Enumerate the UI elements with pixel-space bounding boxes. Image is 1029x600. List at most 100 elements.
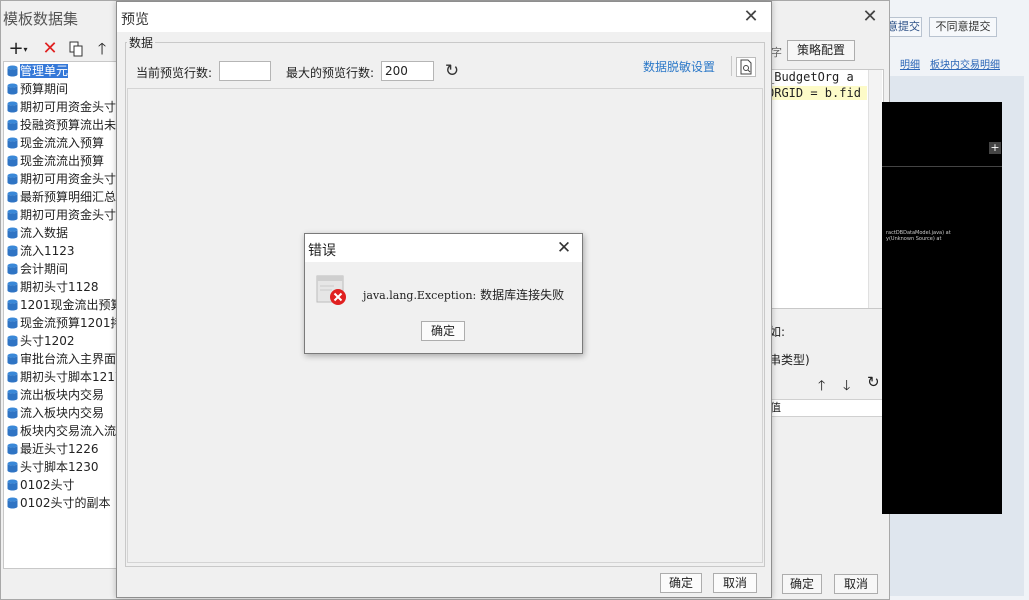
tree-item[interactable]: 板块内交易流入流 (4, 422, 116, 440)
arrow-up-icon[interactable]: 🡑 (818, 375, 825, 399)
move-up-icon[interactable]: 🡑 (93, 39, 111, 59)
database-icon (7, 334, 18, 347)
add-icon[interactable]: +▾ (7, 39, 29, 59)
ok-button[interactable]: 确定 (421, 321, 465, 341)
refresh-icon[interactable]: ↻ (443, 61, 461, 81)
close-icon[interactable]: ✕ (737, 5, 765, 29)
database-icon (7, 100, 18, 113)
tree-item[interactable]: 1201现金流出预算 (4, 296, 116, 314)
database-icon (7, 406, 18, 419)
tree-item[interactable]: 头寸1202 (4, 332, 116, 350)
intra-segment-detail-link[interactable]: 板块内交易明细 (930, 56, 1025, 71)
error-text: 数据库连接失败 (480, 288, 565, 302)
tree-item-label: 0102头寸 (20, 478, 75, 492)
refresh-icon[interactable]: ↻ (867, 373, 880, 391)
approve-submit-button[interactable]: 意提交 (886, 17, 922, 37)
tree-item-label: 头寸脚本1230 (20, 460, 99, 474)
tree-item[interactable]: 流出板块内交易 (4, 386, 116, 404)
tree-item[interactable]: 流入板块内交易 (4, 404, 116, 422)
tree-item[interactable]: 头寸脚本1230 (4, 458, 116, 476)
editor-scrollbar[interactable] (868, 70, 882, 308)
exception-text: java.lang.Exception: (363, 289, 477, 302)
max-rows-label: 最大的预览行数: (286, 66, 375, 80)
dialog-title: 错误 (308, 243, 336, 259)
strategy-config-button[interactable]: 策略配置 (787, 40, 855, 61)
window-title: 模板数据集 (3, 10, 79, 28)
current-rows-input[interactable] (219, 61, 271, 81)
delete-icon[interactable]: ✕ (41, 39, 59, 59)
error-dialog: 错误 ✕ java.lang.Exception: 数据库连接失败 确定 (304, 233, 583, 354)
close-icon[interactable]: ✕ (551, 236, 577, 260)
tree-item[interactable]: 期初头寸1128 (4, 278, 116, 296)
tree-item[interactable]: 流入1123 (4, 242, 116, 260)
tree-item[interactable]: 流入数据 (4, 224, 116, 242)
tree-item[interactable]: 最近头寸1226 (4, 440, 116, 458)
database-icon (7, 352, 18, 365)
tree-item[interactable]: 期初可用资金头寸 (4, 170, 116, 188)
tree-item[interactable]: 0102头寸 (4, 476, 116, 494)
tree-item[interactable]: 期初头寸脚本1217 (4, 368, 116, 386)
tree-item-label: 管理单元 (20, 64, 69, 78)
param-value-field[interactable]: 值 (767, 399, 883, 417)
database-icon (7, 388, 18, 401)
tree-item-label: 期初可用资金头寸 (20, 100, 117, 114)
tree-item[interactable]: 审批台流入主界面 (4, 350, 116, 368)
sql-editor[interactable]: _BudgetOrg a ORGID = b.fid (766, 69, 884, 309)
dataset-tree[interactable]: 管理单元 预算期间 期初可用资金头寸 投融资预算流出未 现金流流入预算 现金流流出预算 期初… (3, 61, 117, 569)
console-divider (882, 166, 1002, 167)
disagree-submit-button[interactable]: 不同意提交 (929, 17, 997, 37)
tree-item-label: 期初可用资金头寸 (20, 208, 117, 222)
tree-item-label: 板块内交易流入流 (20, 424, 117, 438)
database-icon (7, 190, 18, 203)
tree-item[interactable]: 最新预算明细汇总 (4, 188, 116, 206)
tree-item[interactable]: 期初可用资金头寸 (4, 206, 116, 224)
tree-item-label: 现金流流出预算 (20, 154, 105, 168)
close-icon[interactable]: ✕ (859, 7, 881, 27)
tree-item-label: 现金流预算1201拷 (20, 316, 117, 330)
tree-item[interactable]: 投融资预算流出未 (4, 116, 116, 134)
error-icon (316, 273, 348, 307)
tree-item[interactable]: 管理单元 (4, 62, 116, 80)
tree-item-label: 投融资预算流出未 (20, 118, 117, 132)
arrow-down-icon[interactable]: 🡓 (843, 375, 850, 399)
tree-toolbar: +▾ ✕ 🡑 (7, 39, 117, 59)
cancel-button[interactable]: 取消 (713, 573, 757, 593)
data-masking-settings-link[interactable]: 数据脱敏设置 (643, 58, 715, 75)
tree-item[interactable]: 会计期间 (4, 260, 116, 278)
tree-item-label: 会计期间 (20, 262, 69, 276)
dialog-title: 预览 (121, 12, 149, 28)
database-icon (7, 154, 18, 167)
database-icon (7, 370, 18, 383)
database-icon (7, 478, 18, 491)
console-line: y(Unknown Source) at (886, 236, 942, 242)
database-icon (7, 316, 18, 329)
cancel-button[interactable]: 取消 (834, 574, 878, 594)
console-output: ractDBDataModel.java) at y(Unknown Sourc… (882, 102, 1002, 514)
tree-item[interactable]: 预算期间 (4, 80, 116, 98)
ok-button[interactable]: 确定 (782, 574, 822, 594)
ok-button[interactable]: 确定 (660, 573, 702, 593)
tree-item[interactable]: 0102头寸的副本 (4, 494, 116, 512)
tree-item-label: 期初可用资金头寸 (20, 172, 117, 186)
strategy-prefix-text: 字 (771, 46, 782, 59)
tree-item-label: 期初头寸1128 (20, 280, 99, 294)
database-icon (7, 442, 18, 455)
tree-item[interactable]: 期初可用资金头寸 (4, 98, 116, 116)
tree-item[interactable]: 现金流流入预算 (4, 134, 116, 152)
document-preview-icon[interactable] (736, 57, 756, 77)
tree-item-label: 现金流流入预算 (20, 136, 105, 150)
tree-item[interactable]: 现金流预算1201拷 (4, 314, 116, 332)
code-line-highlighted: ORGID = b.fid (767, 86, 867, 100)
tree-item-label: 流入数据 (20, 226, 69, 240)
dialog-titlebar (305, 234, 582, 262)
tree-item-label: 1201现金流出预算 (20, 298, 117, 312)
max-rows-input[interactable]: 200 (381, 61, 434, 81)
database-icon (7, 298, 18, 311)
copy-icon[interactable] (67, 39, 85, 59)
tree-item[interactable]: 现金流流出预算 (4, 152, 116, 170)
expand-icon[interactable]: + (989, 142, 1001, 154)
database-icon (7, 460, 18, 473)
type-hint-label: 串类型) (769, 353, 810, 367)
dialog-titlebar (117, 2, 771, 32)
detail-link[interactable]: 明细 (890, 56, 920, 71)
